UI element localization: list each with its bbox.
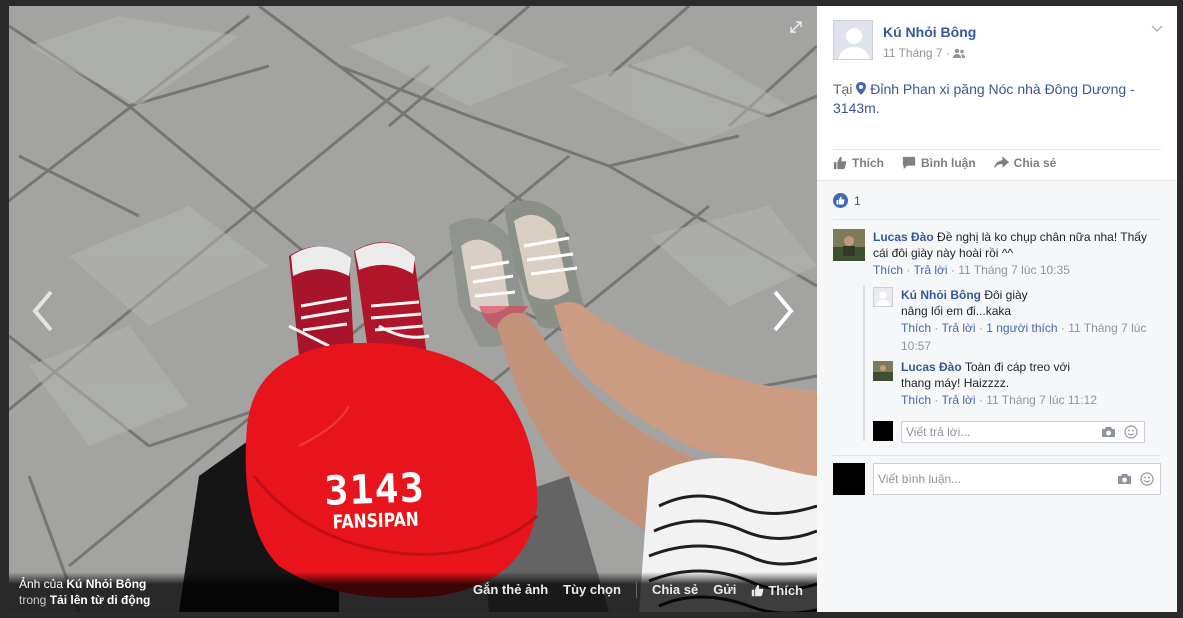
- like-count: 1: [854, 193, 861, 208]
- replier-avatar[interactable]: [873, 361, 893, 381]
- tag-photo-button[interactable]: Gắn thẻ ảnh: [473, 582, 548, 598]
- current-user-avatar: [833, 463, 865, 495]
- divider: [833, 455, 1161, 456]
- emoji-icon[interactable]: [1140, 472, 1154, 486]
- options-button[interactable]: Tùy chọn: [563, 582, 621, 598]
- cap-logo: 3143 FANSIPAN: [314, 465, 436, 534]
- comment-time[interactable]: 11 Tháng 7 lúc 10:35: [958, 263, 1070, 277]
- share-button[interactable]: Chia sẻ: [993, 156, 1057, 170]
- emoji-icon[interactable]: [1124, 425, 1138, 439]
- like-reaction-icon: [833, 193, 848, 208]
- photo-viewer: 3143 FANSIPAN Ảnh của Kú Nhỏi Bông trong…: [0, 0, 1183, 618]
- camera-icon[interactable]: [1117, 473, 1132, 485]
- comment-button[interactable]: Bình luận: [902, 156, 976, 170]
- comment-reply-link[interactable]: Trả lời: [913, 263, 947, 277]
- comment-actions: Thích · Trả lời · 11 Tháng 7 lúc 10:35: [873, 263, 1070, 277]
- comment-label: Bình luận: [921, 156, 976, 170]
- share-label: Chia sẻ: [1013, 156, 1057, 170]
- location-prefix: Tại: [833, 81, 857, 97]
- thumbs-up-icon: [752, 584, 764, 596]
- chevron-right-icon: [773, 290, 794, 332]
- comment-input-icons: [1117, 472, 1160, 486]
- comment-input-box: [873, 463, 1161, 495]
- reply-actions: Thích · Trả lời · 11 Tháng 7 lúc 11:12: [901, 393, 1097, 407]
- replier-name-link[interactable]: Kú Nhỏi Bông: [901, 288, 981, 302]
- send-photo-button[interactable]: Gửi: [713, 582, 736, 598]
- reactions-summary[interactable]: 1: [833, 193, 861, 208]
- reply-time[interactable]: 11 Tháng 7 lúc 11:12: [986, 393, 1097, 407]
- photo-actions: Gắn thẻ ảnh Tùy chọn Chia sẻ Gửi Thích: [473, 582, 803, 598]
- like-photo-label: Thích: [768, 582, 803, 598]
- reply-like-link[interactable]: Thích: [901, 321, 931, 335]
- post-location: Tại Đỉnh Phan xi păng Nóc nhà Đông Dương…: [833, 80, 1153, 118]
- divider: [833, 219, 1161, 220]
- share-photo-button[interactable]: Chia sẻ: [652, 582, 698, 598]
- chevron-left-icon: [32, 290, 53, 332]
- next-photo-button[interactable]: [769, 286, 799, 336]
- photo-bar: Ảnh của Kú Nhỏi Bông trong Tải lên từ di…: [9, 572, 817, 612]
- reply: Kú Nhỏi Bông Đôi giày nâng lối em đi...k…: [901, 287, 1051, 319]
- reply-input[interactable]: [902, 422, 1101, 442]
- reply-input-icons: [1101, 425, 1144, 439]
- photo-owner-info: Ảnh của Kú Nhỏi Bông trong Tải lên từ di…: [19, 576, 150, 608]
- reply: Lucas Đào Toàn đi cáp treo với thang máy…: [901, 359, 1081, 391]
- divider: [833, 149, 1161, 150]
- commenter-avatar[interactable]: [833, 229, 865, 261]
- post-meta: 11 Tháng 7 ·: [883, 46, 966, 60]
- current-user-avatar: [873, 421, 893, 441]
- share-icon: [993, 156, 1009, 169]
- previous-photo-button[interactable]: [27, 286, 57, 336]
- post-sidebar: Kú Nhỏi Bông 11 Tháng 7 · Tại Đỉnh Phan …: [817, 6, 1177, 612]
- owner-name-link[interactable]: Kú Nhỏi Bông: [66, 577, 146, 591]
- owner-prefix: Ảnh của: [19, 577, 67, 591]
- divider: [635, 582, 637, 598]
- default-avatar-icon: [834, 21, 872, 59]
- reply-thread-line: [863, 285, 865, 441]
- comment: Lucas Đào Đề nghị là ko chụp chân nữa nh…: [873, 229, 1163, 261]
- commenter-name-link[interactable]: Lucas Đào: [873, 230, 934, 244]
- author-avatar[interactable]: [833, 20, 873, 60]
- album-prefix: trong: [19, 593, 50, 607]
- map-pin-icon: [856, 82, 867, 95]
- friends-audience-icon[interactable]: [953, 48, 966, 58]
- reply-input-box: [901, 421, 1145, 443]
- cap-word: FANSIPAN: [332, 508, 420, 534]
- comments-area: 1 Lucas Đào Đề nghị là ko chụp chân nữa …: [817, 180, 1177, 612]
- comment-like-link[interactable]: Thích: [873, 263, 903, 277]
- reply-reply-link[interactable]: Trả lời: [941, 321, 975, 335]
- post-actions: Thích Bình luận Chia sẻ: [833, 156, 1056, 170]
- comment-input[interactable]: [874, 464, 1117, 494]
- replier-name-link[interactable]: Lucas Đào: [901, 360, 962, 374]
- like-label: Thích: [852, 156, 884, 170]
- post-date[interactable]: 11 Tháng 7: [883, 46, 943, 60]
- camera-icon[interactable]: [1101, 426, 1116, 438]
- reply-likes-count[interactable]: 1 người thích: [986, 321, 1057, 335]
- reply-actions: Thích · Trả lời · 1 người thích · 11 Thá…: [901, 321, 1147, 353]
- like-photo-button[interactable]: Thích: [751, 582, 803, 598]
- like-button[interactable]: Thích: [833, 156, 884, 170]
- author-name-link[interactable]: Kú Nhỏi Bông: [883, 24, 976, 40]
- post-options-chevron-icon[interactable]: [1151, 22, 1163, 36]
- album-link[interactable]: Tải lên từ di động: [50, 593, 151, 607]
- reply-reply-link[interactable]: Trả lời: [941, 393, 975, 407]
- cap-number: 3143: [323, 465, 426, 515]
- comment-icon: [902, 156, 916, 170]
- photo: 3143 FANSIPAN Ảnh của Kú Nhỏi Bông trong…: [9, 6, 817, 612]
- location-link[interactable]: Đỉnh Phan xi păng Nóc nhà Đông Dương - 3…: [833, 81, 1135, 116]
- thumbs-up-icon: [833, 156, 847, 170]
- expand-icon[interactable]: [789, 20, 803, 37]
- replier-avatar[interactable]: [873, 287, 893, 307]
- reply-like-link[interactable]: Thích: [901, 393, 931, 407]
